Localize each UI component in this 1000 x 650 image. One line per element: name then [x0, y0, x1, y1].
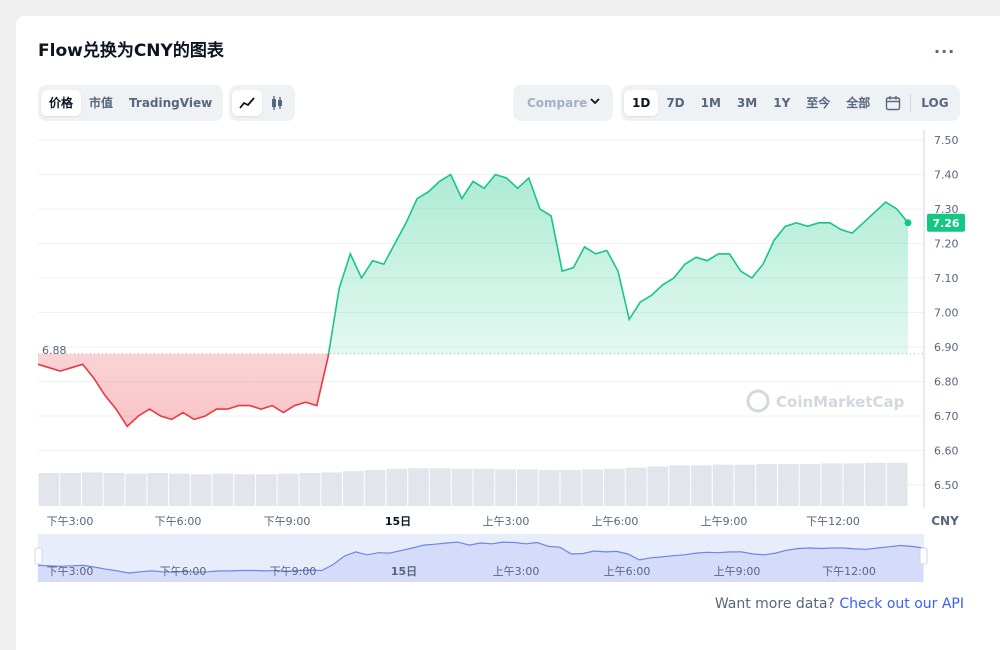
volume-bar [60, 473, 81, 506]
volume-bar [625, 467, 647, 506]
volume-bar [343, 471, 364, 506]
volume-bar [517, 469, 538, 506]
volume-bar [256, 474, 277, 506]
navigator-tick-label: 下午6:00 [160, 565, 207, 578]
volume-bar [38, 473, 60, 506]
current-price-label: 7.26 [932, 217, 959, 230]
navigator-tick-label: 下午9:00 [270, 565, 317, 578]
volume-bar [756, 464, 777, 506]
y-tick-label: 7.40 [934, 169, 959, 182]
volume-bar [495, 469, 516, 506]
y-tick-label: 6.90 [934, 341, 959, 354]
price-area [38, 174, 908, 427]
last-price-dot [904, 219, 912, 227]
volume-bar [712, 464, 734, 506]
volume-bar [364, 470, 386, 506]
y-tick-label: 7.00 [934, 307, 959, 320]
navigator-tick-label: 下午12:00 [822, 565, 876, 578]
volume-bar [169, 473, 190, 506]
volume-bar [821, 463, 843, 506]
x-tick-label: 上午6:00 [592, 515, 639, 528]
y-tick-label: 6.60 [934, 445, 959, 458]
volume-bar [865, 462, 886, 506]
x-tick-label: 下午12:00 [806, 515, 860, 528]
navigator-left-handle [34, 547, 43, 565]
volume-bar [799, 464, 821, 506]
volume-bars [38, 462, 908, 506]
currency-label: CNY [931, 514, 959, 528]
volume-bar [299, 473, 321, 506]
volume-bar [408, 468, 429, 506]
volume-bar [103, 473, 125, 506]
price-chart[interactable]: 6.88 7.507.407.307.207.107.006.906.806.7… [0, 0, 1000, 650]
volume-bar [82, 472, 103, 506]
navigator-tick-label: 上午9:00 [714, 565, 761, 578]
y-tick-label: 7.20 [934, 238, 959, 251]
volume-bar [473, 468, 495, 506]
y-tick-label: 6.70 [934, 410, 959, 423]
y-tick-label: 7.10 [934, 272, 959, 285]
volume-bar [147, 473, 168, 506]
x-axis: 下午3:00 下午6:00 下午9:00 15日 上午3:00 上午6:00 上午9:00 下… [47, 514, 959, 528]
volume-bar [212, 473, 234, 506]
volume-bar [190, 474, 212, 506]
x-tick-label: 下午3:00 [47, 515, 94, 528]
y-tick-label: 6.50 [934, 479, 959, 492]
volume-bar [647, 466, 669, 506]
volume-bar [451, 468, 473, 506]
volume-bar [669, 465, 690, 506]
x-tick-label: 上午3:00 [483, 515, 530, 528]
x-tick-label: 下午6:00 [155, 515, 202, 528]
y-axis: 7.507.407.307.207.107.006.906.806.706.60… [923, 130, 965, 508]
navigator-tick-label: 上午6:00 [604, 565, 651, 578]
volume-bar [604, 468, 625, 506]
volume-bar [538, 470, 560, 506]
volume-bar [734, 464, 756, 506]
watermark-text: CoinMarketCap [776, 393, 905, 411]
volume-bar [277, 473, 299, 506]
y-tick-label: 7.50 [934, 134, 959, 147]
navigator-tick-label: 15日 [391, 565, 417, 578]
volume-bar [125, 473, 147, 506]
volume-bar [560, 470, 582, 506]
x-tick-label: 上午9:00 [701, 515, 748, 528]
watermark: CoinMarketCap [746, 389, 905, 413]
volume-bar [234, 474, 255, 506]
volume-bar [691, 465, 712, 506]
y-tick-label: 6.80 [934, 376, 959, 389]
x-tick-label: 15日 [385, 515, 411, 528]
x-tick-label: 下午9:00 [264, 515, 311, 528]
reference-price-label: 6.88 [42, 344, 67, 357]
navigator-tick-label: 下午3:00 [47, 565, 94, 578]
navigator[interactable]: 下午3:00 下午6:00 下午9:00 15日 上午3:00 上午6:00 上午9:00 下… [34, 534, 928, 582]
volume-bar [778, 464, 799, 506]
volume-bar [430, 468, 451, 506]
navigator-right-handle [919, 547, 928, 565]
volume-bar [386, 468, 408, 506]
volume-bar [886, 462, 908, 506]
coinmarketcap-logo-icon [746, 389, 770, 413]
volume-bar [582, 469, 603, 506]
volume-bar [321, 472, 342, 506]
volume-bar [843, 463, 864, 506]
navigator-tick-label: 上午3:00 [493, 565, 540, 578]
